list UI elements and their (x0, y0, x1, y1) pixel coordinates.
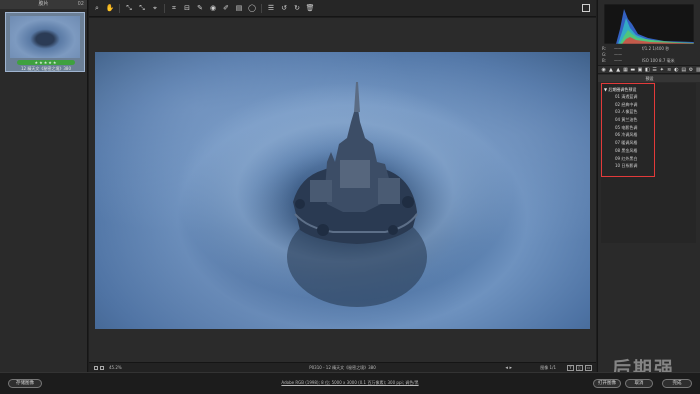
preview-photo[interactable] (95, 52, 590, 329)
red-eye-icon[interactable]: ◉ (209, 4, 217, 12)
graduated-filter-icon[interactable]: ▤ (235, 4, 243, 12)
done-button[interactable]: 完成 (662, 379, 692, 388)
panel-tabs: ◉ ▲ ▲ ▦ ▬ ▣ ◧ ☰ ✦ ≋ ◐ ▤ ⚙ ▥ (598, 65, 700, 74)
split-view-button[interactable]: ▭ (585, 365, 592, 371)
preset-item[interactable]: 10 日系影调 (604, 162, 654, 170)
trash-icon[interactable]: 🗑 (306, 4, 315, 12)
panel-tab-12-icon[interactable]: ▤ (681, 67, 686, 73)
preset-item[interactable]: 05 电影色调 (604, 124, 654, 132)
toolbar-separator (119, 3, 120, 13)
panel-tab-5-icon[interactable]: ▬ (630, 67, 635, 73)
filmstrip-thumbnail[interactable]: ★★★★★ 12 精天文《秘密之境》380 (5, 12, 85, 72)
filmstrip-panel: 胶片 02 ★★★★★ 12 精天文《秘密之境》380 (0, 0, 88, 372)
panel-title: 预设 (598, 75, 700, 82)
preset-item[interactable]: 07 暖调风格 (604, 139, 654, 147)
histogram-graph (604, 4, 694, 44)
preset-item[interactable]: 09 红外黑白 (604, 155, 654, 163)
preset-item[interactable]: 06 冷调风格 (604, 131, 654, 139)
castle-silhouette (287, 82, 427, 307)
rotate-right-icon[interactable]: ↻ (293, 4, 301, 12)
cancel-button[interactable]: 取消 (625, 379, 653, 388)
preset-item[interactable]: 02 经典中调 (604, 101, 654, 109)
color-sampler-icon[interactable]: ⤡ (138, 4, 146, 12)
crop-tool-icon[interactable]: ⌗ (170, 4, 178, 12)
panel-tab-2-icon[interactable]: ▲ (608, 67, 613, 73)
toolbar-separator (261, 3, 262, 13)
fullscreen-toggle-icon[interactable] (582, 4, 590, 12)
rotate-left-icon[interactable]: ↺ (280, 4, 288, 12)
white-balance-icon[interactable]: ⤡ (125, 4, 133, 12)
canvas-status-bar: 45.2% P0310 - 12 精天文《秘密之境》380 ◂ ▸ 图像 1/1… (89, 362, 596, 372)
panel-tab-3-icon[interactable]: ▲ (616, 67, 621, 73)
view-toggles: Y ▯ ▭ (567, 365, 592, 371)
hand-tool-icon[interactable]: ✋ (106, 4, 115, 12)
targeted-adjust-icon[interactable]: ⌖ (151, 4, 159, 12)
tool-bar: ⌕ ✋ ⤡ ⤡ ⌖ ⌗ ⊟ ✎ ◉ ✐ ▤ ◯ ☰ ↺ ↻ 🗑 (89, 0, 596, 17)
preset-item[interactable]: 03 人像蓝色 (604, 108, 654, 116)
thumbnail-filename: 12 精天文《秘密之境》380 (21, 66, 71, 71)
panel-tab-4-icon[interactable]: ▦ (623, 67, 628, 73)
preset-item[interactable]: 08 黑金风格 (604, 147, 654, 155)
panel-tab-14-icon[interactable]: ▥ (696, 67, 700, 73)
preset-item[interactable]: 01 清透蓝调 (604, 93, 654, 101)
panel-tab-11-icon[interactable]: ◐ (674, 67, 679, 73)
rgb-b-value: —— (614, 58, 622, 63)
filmstrip-count: 02 (77, 1, 84, 7)
filmstrip-header: 胶片 02 (0, 0, 87, 9)
thumbnail-image (10, 16, 80, 58)
panel-tab-6-icon[interactable]: ▣ (637, 67, 643, 73)
single-view-button[interactable]: ▯ (576, 365, 583, 371)
preset-group-header[interactable]: ▼ 后期圈调色预设 (604, 86, 654, 93)
bottom-bar: 存储图像 Adobe RGB (1998); 8 位; 5000 x 3000 … (0, 372, 700, 394)
zoom-tool-icon[interactable]: ⌕ (93, 4, 101, 12)
adjust-brush-icon[interactable]: ✐ (222, 4, 230, 12)
panel-tab-9-icon[interactable]: ✦ (659, 67, 664, 73)
radial-filter-icon[interactable]: ◯ (248, 4, 256, 12)
toolbar-separator (164, 3, 165, 13)
presets-list-area: ▼ 后期圈调色预设 01 清透蓝调 02 经典中调 03 人像蓝色 04 黄兰油色 05… (601, 83, 696, 243)
histogram (604, 4, 694, 44)
panel-tab-1-icon[interactable]: ◉ (601, 67, 606, 73)
iso-info: ISO 100 8.7 毫米 (642, 58, 675, 63)
rgb-b-label: B: (602, 58, 607, 63)
panel-tab-7-icon[interactable]: ◧ (645, 67, 650, 73)
spot-removal-icon[interactable]: ✎ (196, 4, 204, 12)
preset-group-highlight: ▼ 后期圈调色预设 01 清透蓝调 02 经典中调 03 人像蓝色 04 黄兰油色 05… (601, 83, 655, 177)
histogram-info: R: —— f/1.2 1/400 秒 G: —— B: —— ISO 100 8.7 毫… (602, 46, 697, 64)
panel-tab-8-icon[interactable]: ☰ (652, 67, 657, 73)
star-rating[interactable]: ★★★★★ (17, 60, 75, 65)
adjustment-panel: R: —— f/1.2 1/400 秒 G: —— B: —— ISO 100 8.7 毫… (597, 0, 700, 372)
open-image-button[interactable]: 打开图像 (593, 379, 621, 388)
preferences-icon[interactable]: ☰ (267, 4, 275, 12)
before-after-toggle[interactable]: Y (567, 365, 574, 371)
preset-item[interactable]: 04 黄兰油色 (604, 116, 654, 124)
filmstrip-title: 胶片 (38, 1, 49, 7)
panel-tab-10-icon[interactable]: ≋ (667, 67, 672, 73)
preset-items: 01 清透蓝调 02 经典中调 03 人像蓝色 04 黄兰油色 05 电影色调 06 冷调… (604, 93, 654, 170)
straighten-icon[interactable]: ⊟ (183, 4, 191, 12)
panel-tab-13-icon[interactable]: ⚙ (688, 67, 693, 73)
